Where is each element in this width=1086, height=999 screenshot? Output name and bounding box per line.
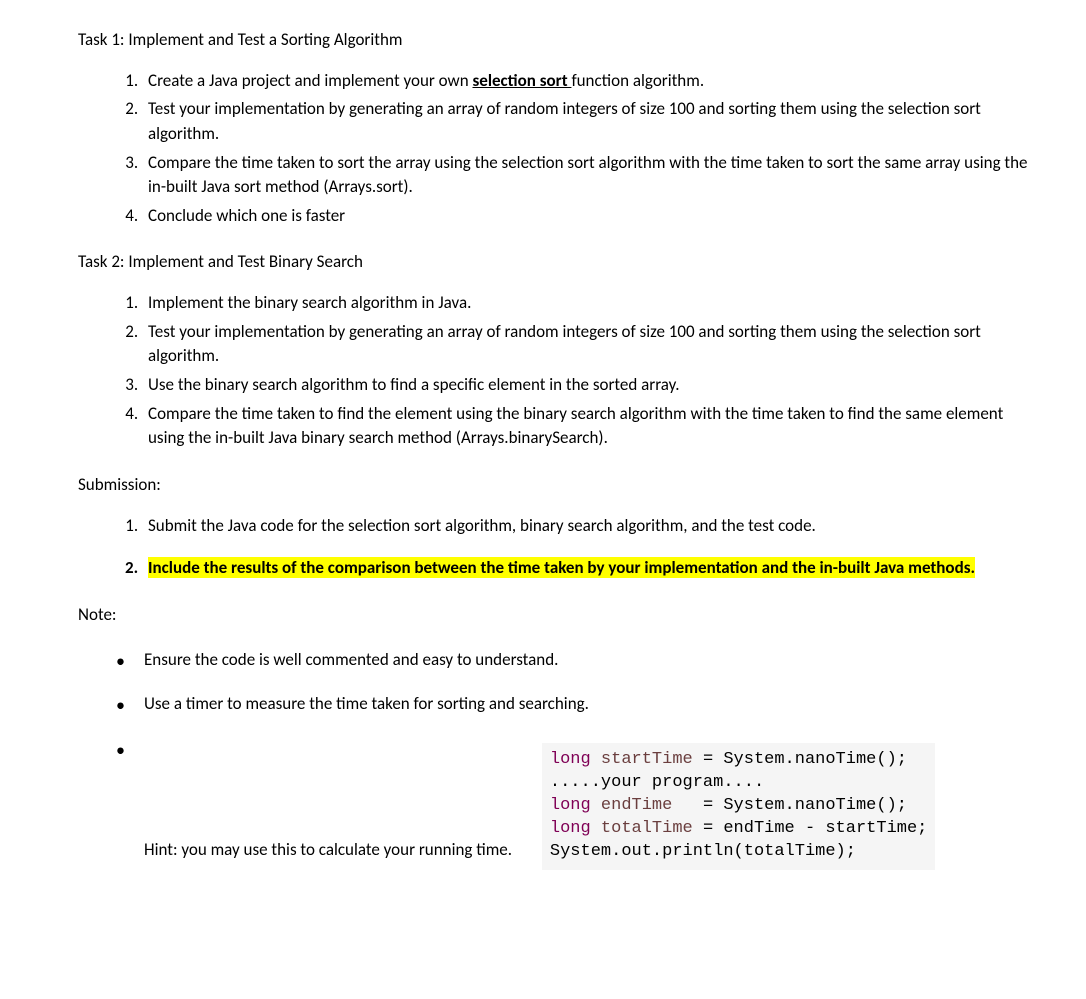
task1-item-2: Test your implementation by generating a… xyxy=(142,97,1038,146)
task1-item-3: Compare the time taken to sort the array… xyxy=(142,151,1038,200)
task1-list: Create a Java project and implement your… xyxy=(78,69,1038,229)
task1-item-1-emph: selection sort xyxy=(472,70,571,91)
submission-label: Submission: xyxy=(78,473,1038,498)
task2-item-4: Compare the time taken to find the eleme… xyxy=(142,402,1038,451)
code-var-endtime: endTime xyxy=(591,796,703,815)
code-kw-long-1: long xyxy=(550,750,591,769)
task2-title: Task 2: Implement and Test Binary Search xyxy=(78,250,1038,275)
code-var-totaltime: totalTime xyxy=(591,819,703,838)
code-kw-long-2: long xyxy=(550,796,591,815)
task1-item-1-post: function algorithm. xyxy=(571,70,704,91)
note-list: Ensure the code is well commented and ea… xyxy=(78,648,1038,870)
code-var-starttime: startTime xyxy=(591,750,703,769)
task2-item-2: Test your implementation by generating a… xyxy=(142,320,1038,369)
note-item-3-text: Hint: you may use this to calculate your… xyxy=(144,839,512,860)
code-l1-rest: = System.nanoTime(); xyxy=(703,750,907,769)
submission-item-2: Include the results of the comparison be… xyxy=(142,556,1038,581)
note-item-3: Hint: you may use this to calculate your… xyxy=(116,737,1038,870)
task2-list: Implement the binary search algorithm in… xyxy=(78,291,1038,451)
code-kw-long-3: long xyxy=(550,819,591,838)
submission-item-1: Submit the Java code for the selection s… xyxy=(142,514,1038,539)
code-l3-rest: = System.nanoTime(); xyxy=(703,796,907,815)
code-l5: System.out.println(totalTime); xyxy=(550,842,856,861)
task1-item-1-pre: Create a Java project and implement your… xyxy=(148,70,472,91)
task2-item-1: Implement the binary search algorithm in… xyxy=(142,291,1038,316)
note-label: Note: xyxy=(78,603,1038,628)
task1-item-4: Conclude which one is faster xyxy=(142,204,1038,229)
note-item-2: Use a timer to measure the time taken fo… xyxy=(116,692,1038,717)
code-hint-block: long startTime = System.nanoTime(); ....… xyxy=(542,743,935,870)
task2-item-3: Use the binary search algorithm to find … xyxy=(142,373,1038,398)
task1-title: Task 1: Implement and Test a Sorting Alg… xyxy=(78,28,1038,53)
note-item-1: Ensure the code is well commented and ea… xyxy=(116,648,1038,673)
submission-list: Submit the Java code for the selection s… xyxy=(78,514,1038,581)
code-l2: .....your program.... xyxy=(550,773,764,792)
submission-item-2-text: Include the results of the comparison be… xyxy=(148,557,975,578)
code-l4-rest: = endTime - startTime; xyxy=(703,819,927,838)
task1-item-1: Create a Java project and implement your… xyxy=(142,69,1038,94)
